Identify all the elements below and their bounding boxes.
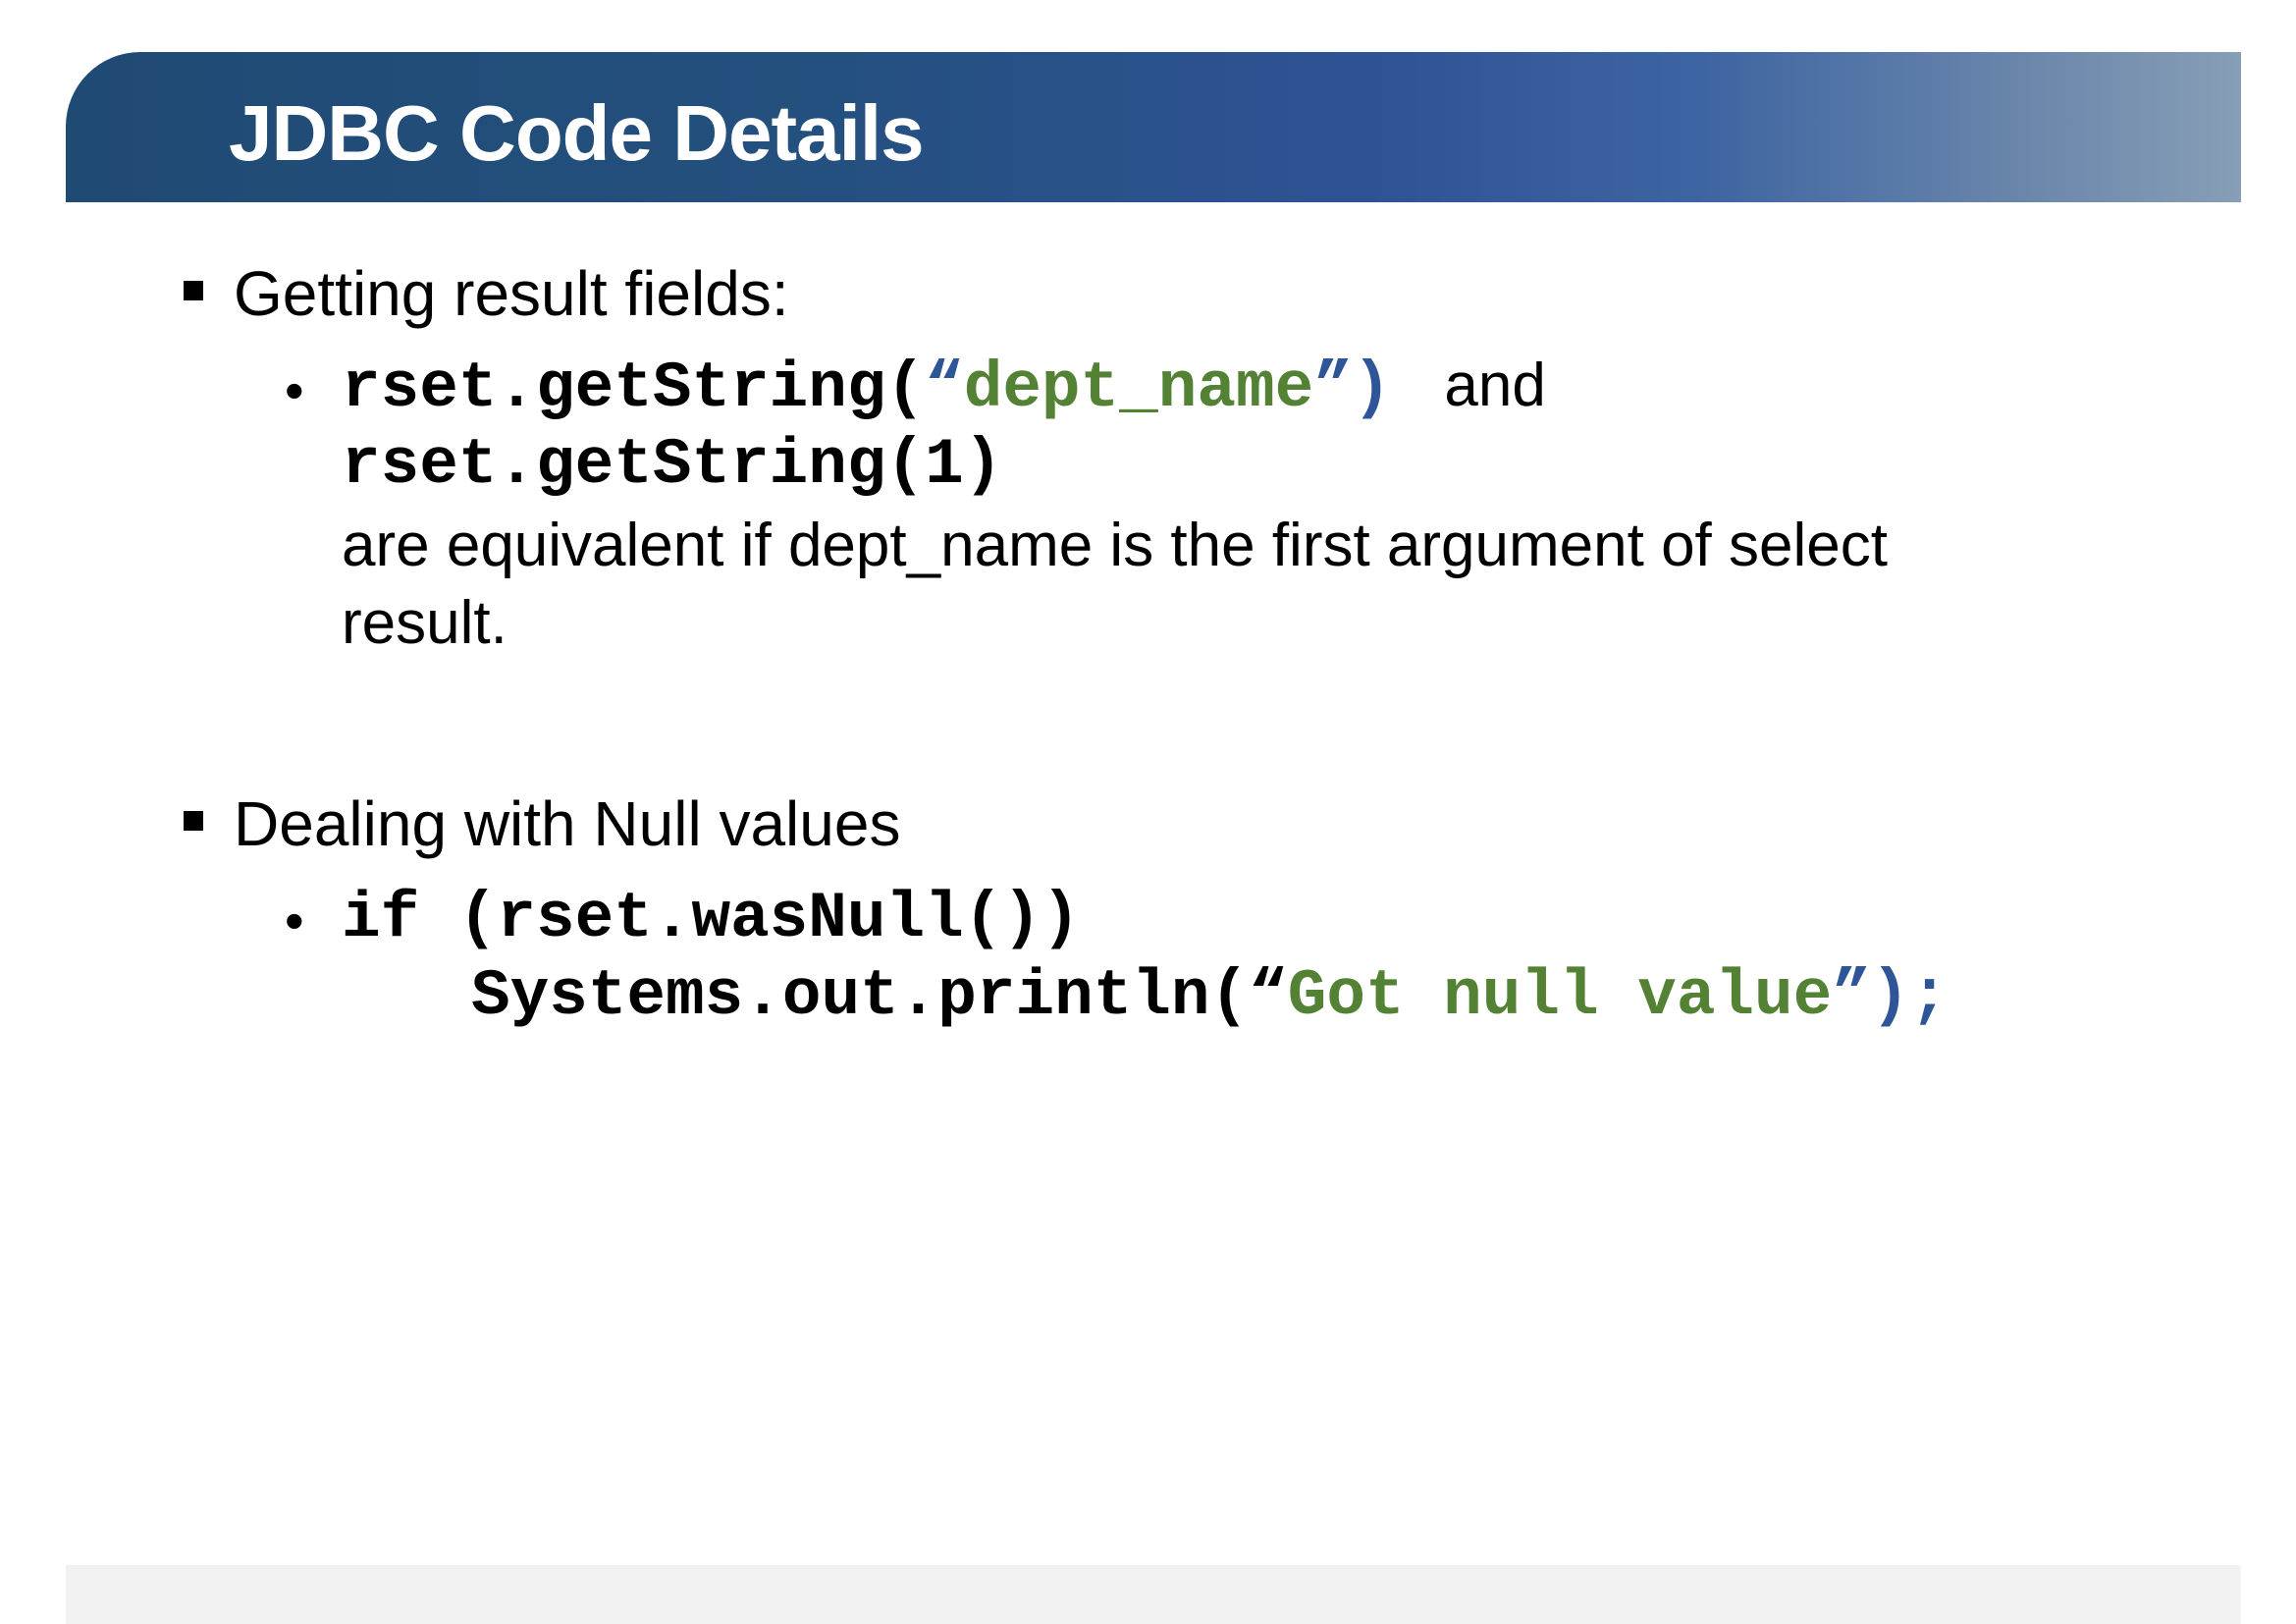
code-call-println: Systems.out.println(	[471, 959, 1250, 1033]
square-bullet-icon	[184, 281, 203, 300]
square-bullet-icon	[184, 811, 203, 831]
code-quote-close: ”);	[1832, 959, 1949, 1033]
section-heading-result-fields: Getting result fields:	[234, 258, 789, 329]
explanation-line-2: result.	[342, 589, 507, 657]
explanation-line-1: are equivalent if dept_name is the first…	[342, 512, 1888, 579]
dot-bullet-icon: •	[285, 890, 304, 951]
section-heading-null-values: Dealing with Null values	[234, 788, 901, 859]
code-quote-close: ”)	[1313, 352, 1392, 425]
conjunction-text: and	[1444, 352, 1546, 419]
code-line-println: Systems.out.println(“Got null value”);	[471, 964, 1949, 1029]
code-call-getstring: rset.getString(	[342, 352, 926, 425]
dot-bullet-icon: •	[285, 359, 304, 421]
code-line-getstring-index: rset.getString(1)	[342, 428, 1003, 502]
code-quote-open: “	[925, 352, 964, 425]
code-line-getstring-name: rset.getString(“dept_name”) and	[342, 355, 1546, 421]
footer-bar	[66, 1565, 2241, 1624]
slide-title: JDBC Code Details	[229, 89, 925, 177]
code-string-got-null-value: Got null value	[1287, 959, 1833, 1033]
code-quote-open: “	[1249, 959, 1288, 1033]
code-string-dept-name: dept_name	[963, 352, 1314, 425]
code-line-if-wasnull: if (rset.wasNull())	[342, 882, 1081, 955]
